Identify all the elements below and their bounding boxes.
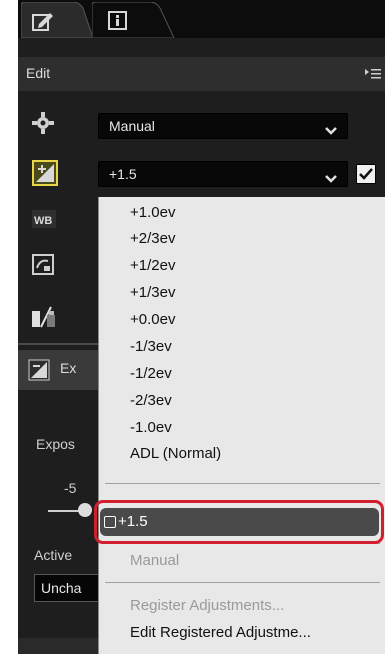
menu-item-plus-1-2ev[interactable]: +1/2ev xyxy=(130,257,175,274)
chevron-down-icon xyxy=(325,170,337,186)
exposure-popup-menu: +1.0ev +2/3ev +1/2ev +1/3ev +0.0ev -1/3e… xyxy=(98,197,385,654)
exposure-slider-handle[interactable] xyxy=(78,503,92,517)
active-dlighting-label: Active xyxy=(34,547,73,563)
menu-item-plus-1-3ev[interactable]: +1/3ev xyxy=(130,284,175,301)
menu-item-register-adjustments: Register Adjustments... xyxy=(130,597,285,614)
menu-item-plus-0-0ev[interactable]: +0.0ev xyxy=(130,311,175,328)
exposure-dropdown[interactable]: +1.5 xyxy=(98,161,348,187)
edit-title: Edit xyxy=(26,65,51,81)
tab-edit[interactable] xyxy=(21,2,93,38)
picture-control-dropdown[interactable]: Manual xyxy=(98,113,348,139)
panel-menu-icon[interactable] xyxy=(365,67,381,85)
menu-item-minus-1-3ev[interactable]: -1/3ev xyxy=(130,338,172,355)
gear-icon xyxy=(32,112,54,139)
active-dlighting-value: Uncha xyxy=(41,580,82,596)
chevron-down-icon xyxy=(325,122,337,138)
tab-strip xyxy=(18,0,385,38)
exposure-compensation-icon xyxy=(32,160,58,191)
exposure-section-header[interactable]: Ex xyxy=(18,350,98,390)
active-dlighting-dropdown[interactable]: Uncha xyxy=(34,574,104,602)
tone-icon xyxy=(32,305,58,334)
highlight-frame xyxy=(94,500,384,544)
exposure-apply-checkbox[interactable] xyxy=(356,164,376,184)
menu-item-plus-2-3ev[interactable]: +2/3ev xyxy=(130,230,175,247)
menu-item-minus-1-2ev[interactable]: -1/2ev xyxy=(130,365,172,382)
tab-info[interactable] xyxy=(92,2,174,38)
menu-item-edit-registered-adjustments[interactable]: Edit Registered Adjustme... xyxy=(130,624,311,641)
menu-item-manual: Manual xyxy=(130,552,180,569)
edit-header: Edit xyxy=(18,57,385,91)
menu-item-minus-1-0ev[interactable]: -1.0ev xyxy=(130,419,172,436)
menu-separator xyxy=(105,483,380,484)
menu-item-minus-2-3ev[interactable]: -2/3ev xyxy=(130,392,172,409)
checkmark-icon xyxy=(359,168,373,180)
tab-info-shape xyxy=(92,2,174,38)
menu-separator xyxy=(105,582,380,583)
exposure-slider-min: -5 xyxy=(64,480,77,496)
menu-item-plus-1-0ev[interactable]: +1.0ev xyxy=(130,204,175,221)
picture-control-value: Manual xyxy=(109,118,155,134)
menu-item-adl-normal[interactable]: ADL (Normal) xyxy=(130,445,221,462)
exposure-label: Expos xyxy=(36,436,75,452)
exposure-value: +1.5 xyxy=(109,166,137,182)
wb-icon: WB xyxy=(32,208,58,235)
picture-control-icon xyxy=(32,254,56,281)
exposure-section-title: Ex xyxy=(60,360,77,376)
svg-text:WB: WB xyxy=(34,215,52,227)
exposure-compensation-icon xyxy=(28,359,50,386)
